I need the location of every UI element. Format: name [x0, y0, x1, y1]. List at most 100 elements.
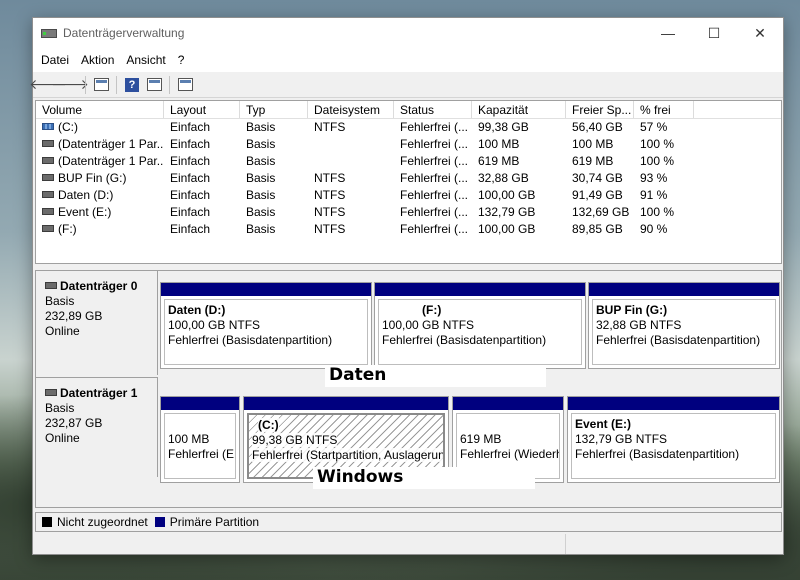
free-space-cell: 100 MB	[572, 137, 614, 151]
percent-free-cell: 90 %	[640, 222, 668, 236]
volume-row[interactable]: Daten (D:) Einfach Basis NTFS Fehlerfrei (..…	[36, 187, 781, 204]
drive-icon	[42, 174, 54, 182]
drive-icon	[42, 157, 54, 165]
menu-aktion[interactable]: Aktion	[75, 53, 120, 67]
volume-row[interactable]: Event (E:) Einfach Basis NTFS Fehlerfrei (..…	[36, 204, 781, 221]
show-action-pane-button[interactable]	[143, 75, 165, 95]
volume-name: (F:)	[58, 222, 77, 236]
partition-event-e[interactable]: Event (E:) 132,79 GB NTFS Fehlerfrei (Ba…	[567, 396, 780, 483]
partition-label: (F:)	[422, 303, 442, 317]
column-header-percent-free[interactable]: % frei	[634, 101, 694, 118]
overlay-label-windows: Windows	[313, 467, 535, 489]
disk-type: Basis	[45, 294, 75, 308]
partition-daten-d[interactable]: Daten (D:) 100,00 GB NTFS Fehlerfrei (Ba…	[160, 282, 372, 369]
show-hide-console-tree-button[interactable]	[90, 75, 112, 95]
disk-0-label[interactable]: Datenträger 0 Basis 232,89 GB Online	[36, 271, 158, 375]
forward-arrow-icon[interactable]: 🡒	[51, 75, 89, 95]
volume-name-cell: (Datenträger 1 Par...	[36, 136, 164, 153]
volume-row[interactable]: (F:) Einfach Basis NTFS Fehlerfrei (... 100,0…	[36, 221, 781, 238]
partition-size: 132,79 GB NTFS	[575, 432, 668, 446]
disk-state: Online	[45, 431, 80, 445]
volume-name: (Datenträger 1 Par...	[58, 154, 164, 168]
drive-icon	[42, 208, 54, 216]
menu-datei[interactable]: Datei	[35, 53, 75, 67]
free-space-cell: 91,49 GB	[572, 188, 623, 202]
capacity-cell: 32,88 GB	[478, 171, 529, 185]
status-cell: Fehlerfrei (...	[400, 137, 469, 151]
drive-icon	[42, 140, 54, 148]
volume-list[interactable]: Volume Layout Typ Dateisystem Status Kap…	[35, 100, 782, 264]
minimize-button[interactable]: —	[645, 18, 691, 48]
column-header-capacity[interactable]: Kapazität	[472, 101, 566, 118]
volume-row[interactable]: (Datenträger 1 Par... Einfach Basis Fehlerf…	[36, 153, 781, 170]
toolbar-separator	[169, 75, 170, 94]
disk-icon	[45, 282, 57, 289]
volume-name: (C:)	[58, 120, 78, 134]
column-header-filesystem[interactable]: Dateisystem	[308, 101, 394, 118]
disk-management-icon	[41, 26, 57, 40]
help-button[interactable]: ?	[121, 75, 143, 95]
system-drive-icon	[42, 123, 54, 131]
capacity-cell: 99,38 GB	[478, 120, 529, 134]
capacity-cell: 100 MB	[478, 137, 520, 151]
status-cell: Fehlerfrei (...	[400, 205, 469, 219]
disk-graphical-view: Datenträger 0 Basis 232,89 GB Online Dat…	[35, 270, 782, 508]
layout-cell: Einfach	[170, 205, 211, 219]
menu-bar: Datei Aktion Ansicht ?	[33, 48, 783, 72]
layout-cell: Einfach	[170, 137, 211, 151]
status-cell: Fehlerfrei (...	[400, 120, 469, 134]
menu-ansicht[interactable]: Ansicht	[120, 53, 171, 67]
console-tree-icon	[93, 78, 109, 91]
filesystem-cell: NTFS	[314, 205, 346, 219]
type-cell: Basis	[246, 205, 276, 219]
percent-free-cell: 91 %	[640, 188, 668, 202]
column-header-free-space[interactable]: Freier Sp...	[566, 101, 634, 118]
filesystem-cell: NTFS	[314, 171, 346, 185]
primary-partition-bar	[589, 283, 779, 296]
toolbar-separator	[116, 75, 117, 94]
primary-partition-bar	[161, 397, 239, 410]
drive-icon	[42, 191, 54, 199]
volume-name-cell: (Datenträger 1 Par...	[36, 153, 164, 170]
maximize-button[interactable]: ☐	[691, 18, 737, 48]
type-cell: Basis	[246, 120, 276, 134]
percent-free-cell: 100 %	[640, 154, 675, 168]
window-title: Datenträgerverwaltung	[63, 26, 185, 40]
close-button[interactable]: ✕	[737, 18, 783, 48]
volume-row[interactable]: (Datenträger 1 Par... Einfach Basis Fehlerf…	[36, 136, 781, 153]
partition-efi[interactable]: 100 MB Fehlerfrei (EF	[160, 396, 240, 483]
partition-label: BUP Fin (G:)	[596, 303, 668, 317]
column-header-type[interactable]: Typ	[240, 101, 308, 118]
partition-label: (C:)	[258, 418, 279, 432]
partition-status: Fehlerfrei (Basisdatenpartition)	[168, 333, 333, 347]
column-header-volume[interactable]: Volume	[36, 101, 164, 118]
status-cell	[33, 534, 565, 554]
primary-partition-bar	[244, 397, 448, 410]
primary-partition-bar	[453, 397, 563, 410]
column-header-status[interactable]: Status	[394, 101, 472, 118]
column-header-layout[interactable]: Layout	[164, 101, 240, 118]
partition-bup-fin-g[interactable]: BUP Fin (G:) 32,88 GB NTFS Fehlerfrei (B…	[588, 282, 780, 369]
toolbar: 🡐 🡒 ?	[29, 72, 783, 98]
layout-cell: Einfach	[170, 188, 211, 202]
percent-free-cell: 57 %	[640, 120, 668, 134]
volume-name: Daten (D:)	[58, 188, 114, 202]
title-bar[interactable]: Datenträgerverwaltung — ☐ ✕	[33, 18, 783, 48]
drive-icon	[42, 225, 54, 233]
legend-label-primary: Primäre Partition	[169, 515, 260, 529]
properties-button[interactable]	[174, 75, 196, 95]
partition-f[interactable]: (F:) 100,00 GB NTFS Fehlerfrei (Basisdat…	[374, 282, 586, 369]
filesystem-cell: NTFS	[314, 120, 346, 134]
type-cell: Basis	[246, 154, 276, 168]
volume-row[interactable]: (C:) Einfach Basis NTFS Fehlerfrei (... 99,38…	[36, 119, 781, 136]
disk-1-label[interactable]: Datenträger 1 Basis 232,87 GB Online	[36, 377, 158, 477]
free-space-cell: 132,69 GB	[572, 205, 630, 219]
capacity-cell: 100,00 GB	[478, 222, 536, 236]
partition-label: Daten (D:)	[168, 303, 226, 317]
menu-help[interactable]: ?	[172, 53, 191, 67]
partition-status: Fehlerfrei (EF	[168, 447, 236, 461]
volume-row[interactable]: BUP Fin (G:) Einfach Basis NTFS Fehlerfrei (…	[36, 170, 781, 187]
disk-icon	[45, 389, 57, 396]
layout-cell: Einfach	[170, 222, 211, 236]
filesystem-cell: NTFS	[314, 188, 346, 202]
